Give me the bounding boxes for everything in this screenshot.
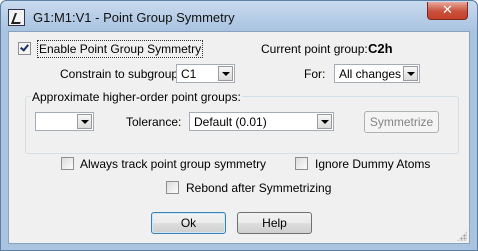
enable-symmetry-checkbox[interactable] bbox=[18, 42, 31, 55]
current-point-group-label: Current point group: bbox=[261, 42, 368, 56]
check-icon bbox=[20, 42, 29, 52]
rebond-label[interactable]: Rebond after Symmetrizing bbox=[186, 181, 331, 195]
approximate-group-select[interactable] bbox=[35, 112, 94, 131]
chevron-down-icon[interactable] bbox=[403, 66, 418, 81]
chevron-down-icon[interactable] bbox=[77, 114, 92, 129]
tolerance-value: Default (0.01) bbox=[194, 115, 267, 129]
rebond-checkbox[interactable] bbox=[166, 181, 179, 194]
always-track-label[interactable]: Always track point group symmetry bbox=[80, 157, 266, 171]
enable-symmetry-label[interactable]: Enable Point Group Symmetry bbox=[36, 40, 204, 58]
dialog-window: G1:M1:V1 - Point Group Symmetry ✕ Enable… bbox=[0, 0, 478, 251]
for-value: All changes bbox=[339, 67, 402, 81]
current-point-group-value: C2h bbox=[368, 41, 393, 56]
constrain-subgroup-label: Constrain to subgroup: bbox=[60, 67, 182, 81]
tolerance-label: Tolerance: bbox=[126, 115, 182, 129]
chevron-down-icon[interactable] bbox=[317, 114, 332, 129]
ignore-dummy-checkbox[interactable] bbox=[295, 157, 308, 170]
constrain-subgroup-value: C1 bbox=[181, 67, 197, 81]
always-track-checkbox[interactable] bbox=[61, 157, 74, 170]
tolerance-select[interactable]: Default (0.01) bbox=[189, 112, 334, 131]
ok-button[interactable]: Ok bbox=[151, 212, 226, 234]
ignore-dummy-label[interactable]: Ignore Dummy Atoms bbox=[315, 157, 430, 171]
help-button[interactable]: Help bbox=[237, 212, 312, 234]
for-select[interactable]: All changes bbox=[334, 64, 420, 83]
dialog-body: Enable Point Group Symmetry Current poin… bbox=[8, 31, 470, 244]
chevron-down-icon[interactable] bbox=[218, 66, 233, 81]
app-icon bbox=[8, 9, 25, 26]
symmetrize-button[interactable]: Symmetrize bbox=[364, 111, 439, 133]
for-label: For: bbox=[304, 67, 326, 81]
close-icon: ✕ bbox=[442, 2, 453, 17]
window-title: G1:M1:V1 - Point Group Symmetry bbox=[33, 10, 235, 25]
close-button[interactable]: ✕ bbox=[427, 2, 468, 20]
approximate-groups-label: Approximate higher-order point groups: bbox=[31, 90, 242, 104]
title-bar[interactable]: G1:M1:V1 - Point Group Symmetry ✕ bbox=[1, 1, 477, 31]
resize-grip-icon[interactable] bbox=[457, 231, 467, 241]
constrain-subgroup-select[interactable]: C1 bbox=[176, 64, 235, 83]
